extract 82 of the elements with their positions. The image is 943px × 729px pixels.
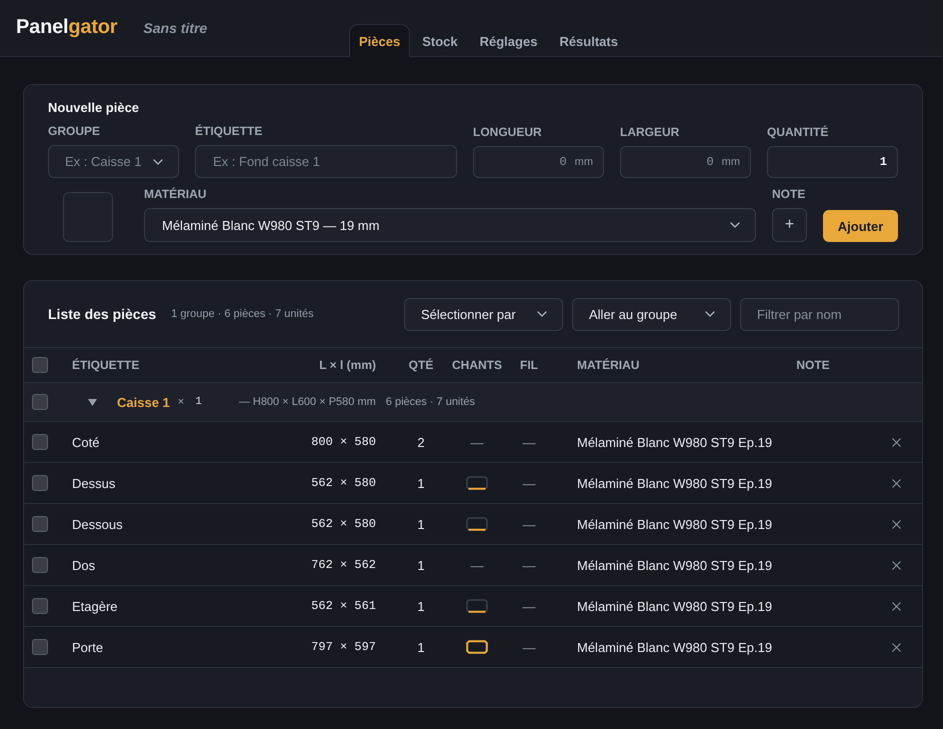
- filter-input[interactable]: Filtrer par nom: [740, 298, 899, 330]
- list-summary: 1 groupe · 6 pièces · 7 unités: [171, 308, 314, 320]
- field-label: NOTE: [772, 187, 806, 201]
- checkbox[interactable]: [32, 639, 48, 655]
- checkbox[interactable]: [32, 394, 48, 410]
- table-cell: —: [522, 476, 536, 490]
- add-note-button[interactable]: +: [772, 208, 807, 242]
- group-name: Caisse 1: [117, 394, 170, 410]
- column-header[interactable]: ÉTIQUETTE: [72, 358, 140, 372]
- dropdown-field[interactable]: Ex : Caisse 1: [48, 145, 179, 178]
- table-cell: Coté: [72, 434, 100, 450]
- table-cell: 1: [417, 558, 425, 572]
- group-count: 1: [195, 396, 202, 408]
- table-cell: 562 × 580: [311, 517, 376, 531]
- field-label: QUANTITÉ: [767, 125, 828, 139]
- number-input[interactable]: 0 mm: [473, 146, 604, 178]
- caret-down-icon[interactable]: [88, 398, 97, 406]
- group-row[interactable]: Caisse 1 × 1 — H800 × L600 × P580 mm 6 pièces · 7 unités: [24, 383, 922, 422]
- table-cell: Mélaminé Blanc W980 ST9 Ep.19: [577, 598, 772, 614]
- field-label: LARGEUR: [620, 125, 680, 139]
- table-cell: 562 × 580: [311, 476, 376, 490]
- column-header[interactable]: NOTE: [796, 358, 830, 372]
- tab[interactable]: Pièces: [349, 24, 410, 57]
- table-cell: —: [470, 558, 484, 572]
- field-label: ÉTIQUETTE: [195, 124, 262, 138]
- table-cell: 1: [417, 640, 425, 654]
- table-cell: Dessus: [72, 476, 116, 490]
- column-header[interactable]: FIL: [520, 358, 538, 372]
- table-cell: Mélaminé Blanc W980 ST9 Ep.19: [577, 516, 772, 532]
- table-cell: —: [522, 598, 536, 614]
- field-label: GROUPE: [48, 124, 100, 138]
- table-cell: —: [522, 640, 536, 654]
- column-header[interactable]: QTÉ: [408, 358, 434, 372]
- checkbox[interactable]: [32, 475, 48, 491]
- table-cell: 1: [417, 476, 425, 490]
- column-header[interactable]: L × l (mm): [319, 358, 376, 372]
- table-cell: Mélaminé Blanc W980 ST9 Ep.19: [577, 558, 772, 572]
- table-cell: 1: [417, 598, 425, 614]
- tab[interactable]: Stock: [412, 24, 468, 57]
- text-input[interactable]: Ex : Fond caisse 1: [195, 145, 457, 178]
- group-jump-dropdown[interactable]: Aller au groupe: [572, 298, 731, 330]
- table-cell: Dessous: [72, 516, 123, 532]
- tab[interactable]: Réglages: [470, 24, 548, 57]
- column-header[interactable]: CHANTS: [452, 358, 502, 372]
- table-cell: —: [522, 434, 536, 450]
- panel-title: Liste des pièces: [48, 306, 156, 322]
- number-input[interactable]: 1: [767, 146, 898, 178]
- table-cell: —: [522, 516, 536, 532]
- table-cell: —: [470, 434, 484, 450]
- table-cell: 797 × 597: [311, 640, 376, 654]
- table-cell: Mélaminé Blanc W980 ST9 Ep.19: [577, 434, 772, 450]
- table-cell: Mélaminé Blanc W980 ST9 Ep.19: [577, 476, 772, 490]
- table-cell: 562 × 561: [311, 599, 376, 613]
- table-cell: Mélaminé Blanc W980 ST9 Ep.19: [577, 640, 772, 654]
- group-summary: 6 pièces · 7 unités: [386, 396, 476, 408]
- checkbox[interactable]: [32, 357, 48, 373]
- number-input[interactable]: 0 mm: [620, 146, 751, 178]
- document-title: Sans titre: [143, 20, 208, 36]
- checkbox[interactable]: [32, 557, 48, 573]
- table-cell: —: [522, 558, 536, 572]
- checkbox[interactable]: [32, 516, 48, 532]
- app-logo: Panelgator: [16, 15, 118, 39]
- multiplier-sign: ×: [178, 396, 184, 408]
- group-dimensions: — H800 × L600 × P580 mm: [238, 396, 376, 408]
- field-label: LONGUEUR: [473, 125, 542, 139]
- table-cell: 2: [417, 434, 425, 450]
- add-piece-button[interactable]: Ajouter: [823, 210, 898, 242]
- column-header[interactable]: MATÉRIAU: [577, 358, 640, 372]
- material-select[interactable]: Mélaminé Blanc W980 ST9 — 19 mm: [144, 208, 756, 242]
- panel-title: Nouvelle pièce: [48, 100, 140, 116]
- table-cell: Etagère: [72, 598, 118, 614]
- table-cell: 762 × 562: [311, 558, 376, 572]
- tab[interactable]: Résultats: [549, 24, 628, 57]
- select-by-dropdown[interactable]: Sélectionner par: [404, 298, 563, 330]
- table-cell: 800 × 580: [311, 435, 376, 449]
- checkbox[interactable]: [32, 598, 48, 614]
- checkbox[interactable]: [32, 434, 48, 450]
- color-swatch-icon: [63, 192, 113, 242]
- table-cell: Porte: [72, 640, 104, 654]
- table-cell: 1: [417, 516, 425, 532]
- table-cell: Dos: [72, 558, 96, 572]
- field-label: MATÉRIAU: [144, 187, 206, 201]
